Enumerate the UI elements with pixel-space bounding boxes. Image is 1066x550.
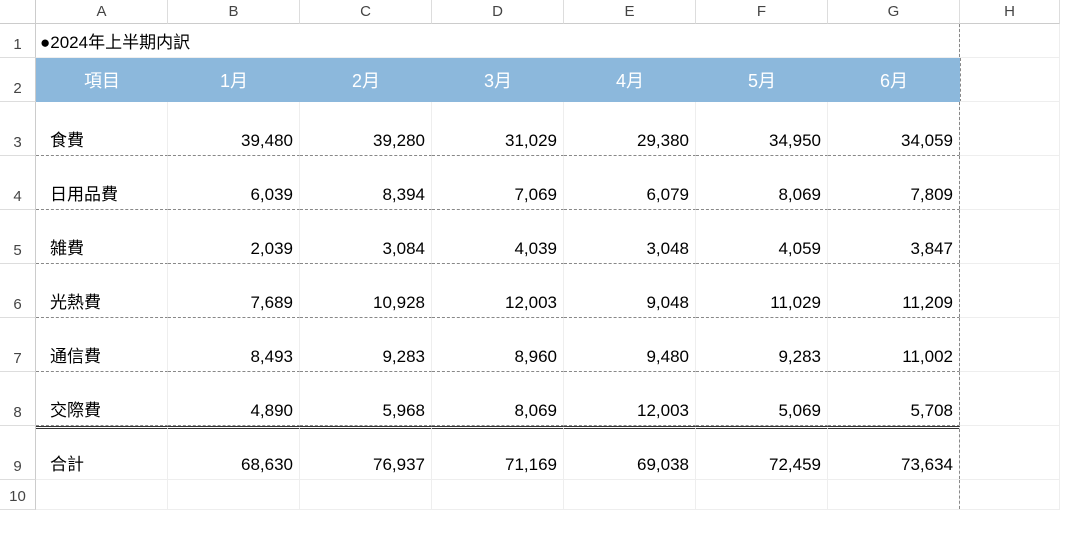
- data-cell[interactable]: 10,928: [300, 264, 432, 318]
- data-cell[interactable]: 11,002: [828, 318, 960, 372]
- data-cell[interactable]: 7,689: [168, 264, 300, 318]
- cell-E10[interactable]: [564, 480, 696, 510]
- data-cell[interactable]: 8,069: [432, 372, 564, 426]
- data-cell[interactable]: 8,069: [696, 156, 828, 210]
- col-header-E[interactable]: E: [564, 0, 696, 24]
- row-header-7[interactable]: 7: [0, 318, 36, 372]
- header-month-4[interactable]: 4月: [564, 58, 696, 102]
- title-cell[interactable]: ●2024年上半期内訳: [36, 24, 300, 58]
- col-header-H[interactable]: H: [960, 0, 1060, 24]
- data-cell[interactable]: 39,280: [300, 102, 432, 156]
- header-item[interactable]: 項目: [36, 58, 168, 102]
- row-label[interactable]: 通信費: [36, 318, 168, 372]
- data-cell[interactable]: 11,029: [696, 264, 828, 318]
- data-cell[interactable]: 3,048: [564, 210, 696, 264]
- header-month-5[interactable]: 5月: [696, 58, 828, 102]
- cell-D1[interactable]: [432, 24, 564, 58]
- total-cell[interactable]: 69,038: [564, 426, 696, 480]
- data-cell[interactable]: 6,039: [168, 156, 300, 210]
- data-cell[interactable]: 39,480: [168, 102, 300, 156]
- header-month-6[interactable]: 6月: [828, 58, 960, 102]
- row-header-4[interactable]: 4: [0, 156, 36, 210]
- data-cell[interactable]: 34,059: [828, 102, 960, 156]
- col-header-A[interactable]: A: [36, 0, 168, 24]
- cell-C1[interactable]: [300, 24, 432, 58]
- col-header-D[interactable]: D: [432, 0, 564, 24]
- row-label[interactable]: 雑費: [36, 210, 168, 264]
- row-header-5[interactable]: 5: [0, 210, 36, 264]
- row-label[interactable]: 交際費: [36, 372, 168, 426]
- cell-H6[interactable]: [960, 264, 1060, 318]
- cell-H10[interactable]: [960, 480, 1060, 510]
- data-cell[interactable]: 12,003: [432, 264, 564, 318]
- cell-G10[interactable]: [828, 480, 960, 510]
- col-header-F[interactable]: F: [696, 0, 828, 24]
- data-cell[interactable]: 4,039: [432, 210, 564, 264]
- spreadsheet-grid[interactable]: A B C D E F G H 1 ●2024年上半期内訳 2 項目 1月 2月…: [0, 0, 1066, 510]
- cell-E1[interactable]: [564, 24, 696, 58]
- data-cell[interactable]: 7,809: [828, 156, 960, 210]
- row-header-3[interactable]: 3: [0, 102, 36, 156]
- data-cell[interactable]: 5,708: [828, 372, 960, 426]
- row-header-8[interactable]: 8: [0, 372, 36, 426]
- total-cell[interactable]: 72,459: [696, 426, 828, 480]
- total-cell[interactable]: 71,169: [432, 426, 564, 480]
- data-cell[interactable]: 3,847: [828, 210, 960, 264]
- data-cell[interactable]: 5,968: [300, 372, 432, 426]
- cell-H1[interactable]: [960, 24, 1060, 58]
- data-cell[interactable]: 6,079: [564, 156, 696, 210]
- data-cell[interactable]: 4,059: [696, 210, 828, 264]
- row-header-6[interactable]: 6: [0, 264, 36, 318]
- col-header-B[interactable]: B: [168, 0, 300, 24]
- corner-cell[interactable]: [0, 0, 36, 24]
- total-label[interactable]: 合計: [36, 426, 168, 480]
- header-month-3[interactable]: 3月: [432, 58, 564, 102]
- data-cell[interactable]: 29,380: [564, 102, 696, 156]
- row-header-9[interactable]: 9: [0, 426, 36, 480]
- cell-C10[interactable]: [300, 480, 432, 510]
- row-label[interactable]: 日用品費: [36, 156, 168, 210]
- cell-F1[interactable]: [696, 24, 828, 58]
- header-month-2[interactable]: 2月: [300, 58, 432, 102]
- data-cell[interactable]: 4,890: [168, 372, 300, 426]
- data-cell[interactable]: 9,048: [564, 264, 696, 318]
- data-cell[interactable]: 34,950: [696, 102, 828, 156]
- row-label[interactable]: 光熱費: [36, 264, 168, 318]
- cell-H5[interactable]: [960, 210, 1060, 264]
- data-cell[interactable]: 8,960: [432, 318, 564, 372]
- total-cell[interactable]: 68,630: [168, 426, 300, 480]
- data-cell[interactable]: 8,493: [168, 318, 300, 372]
- data-cell[interactable]: 12,003: [564, 372, 696, 426]
- data-cell[interactable]: 11,209: [828, 264, 960, 318]
- total-cell[interactable]: 76,937: [300, 426, 432, 480]
- data-cell[interactable]: 3,084: [300, 210, 432, 264]
- data-cell[interactable]: 31,029: [432, 102, 564, 156]
- cell-D10[interactable]: [432, 480, 564, 510]
- cell-F10[interactable]: [696, 480, 828, 510]
- data-cell[interactable]: 5,069: [696, 372, 828, 426]
- total-cell[interactable]: 73,634: [828, 426, 960, 480]
- data-cell[interactable]: 9,283: [696, 318, 828, 372]
- row-header-1[interactable]: 1: [0, 24, 36, 58]
- row-label[interactable]: 食費: [36, 102, 168, 156]
- cell-H3[interactable]: [960, 102, 1060, 156]
- cell-H8[interactable]: [960, 372, 1060, 426]
- cell-H2[interactable]: [960, 58, 1060, 102]
- cell-A10[interactable]: [36, 480, 168, 510]
- row-header-2[interactable]: 2: [0, 58, 36, 102]
- cell-H9[interactable]: [960, 426, 1060, 480]
- cell-H7[interactable]: [960, 318, 1060, 372]
- cell-H4[interactable]: [960, 156, 1060, 210]
- row-header-10[interactable]: 10: [0, 480, 36, 510]
- cell-G1[interactable]: [828, 24, 960, 58]
- data-cell[interactable]: 9,480: [564, 318, 696, 372]
- cell-B10[interactable]: [168, 480, 300, 510]
- col-header-G[interactable]: G: [828, 0, 960, 24]
- header-month-1[interactable]: 1月: [168, 58, 300, 102]
- data-cell[interactable]: 8,394: [300, 156, 432, 210]
- data-cell[interactable]: 2,039: [168, 210, 300, 264]
- col-header-C[interactable]: C: [300, 0, 432, 24]
- data-cell[interactable]: 9,283: [300, 318, 432, 372]
- data-cell[interactable]: 7,069: [432, 156, 564, 210]
